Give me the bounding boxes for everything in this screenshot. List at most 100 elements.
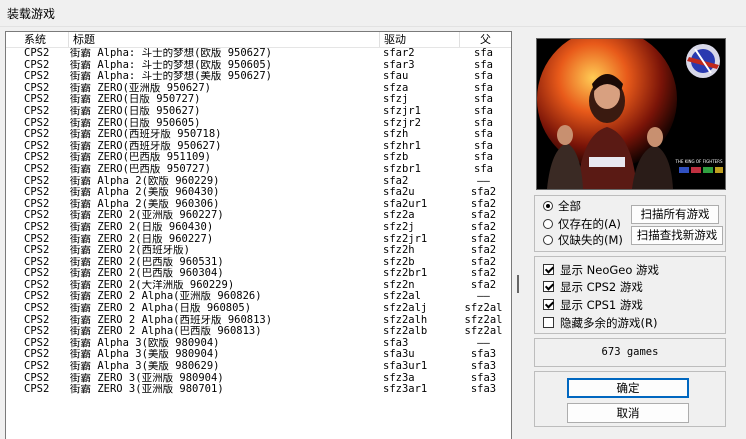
radio-all[interactable]: 全部 — [543, 198, 581, 214]
table-row[interactable]: CPS2 街霸 ZERO 2(巴西版 960304) sfz2br1 sfa2 — [6, 268, 511, 280]
option-cps2-label: 显示 CPS2 游戏 — [560, 280, 643, 294]
radio-available[interactable]: 仅存在的(A) — [543, 216, 621, 232]
table-row[interactable]: CPS2 街霸 ZERO 2(日版 960430) sfz2j sfa2 — [6, 222, 511, 234]
table-row[interactable]: CPS2 街霸 ZERO 2(大洋洲版 960229) sfz2n sfa2 — [6, 280, 511, 292]
table-row[interactable]: CPS2 街霸 ZERO 2 Alpha(西班牙版 960813) sfz2alh s… — [6, 315, 511, 327]
row-driver-cell: sfz2b — [383, 256, 415, 268]
row-driver-cell: sfz2br1 — [383, 268, 428, 280]
table-row[interactable]: CPS2 街霸 ZERO(西班牙版 950627) sfzhr1 sfa — [6, 141, 511, 153]
table-row[interactable]: CPS2 街霸 Alpha 3(美版 980629) sfa3ur1 sfa3 — [6, 361, 511, 373]
kof-logo — [686, 44, 720, 78]
row-driver-cell: sfzjr1 — [383, 105, 421, 117]
row-system-cell: CPS2 — [24, 140, 50, 152]
option-hide-duplicates[interactable]: 隐藏多余的游戏(R) — [543, 315, 657, 331]
filter-group: 全部 仅存在的(A) 仅缺失的(M) 扫描所有游戏 扫描查找新游戏 — [534, 195, 726, 252]
option-cps2[interactable]: 显示 CPS2 游戏 — [543, 279, 643, 295]
table-row[interactable]: CPS2 街霸 ZERO(巴西版 950727) sfzbr1 sfa — [6, 164, 511, 176]
row-driver-cell: sfzb — [383, 152, 409, 164]
row-driver-cell: sfz2h — [383, 245, 415, 257]
row-system-cell: CPS2 — [24, 71, 50, 83]
table-row[interactable]: CPS2 街霸 ZERO 2(巴西版 960531) sfz2b sfa2 — [6, 257, 511, 269]
title-bar: 装载游戏 — [0, 0, 746, 27]
radio-missing[interactable]: 仅缺失的(M) — [543, 232, 623, 248]
row-system-cell: CPS2 — [24, 105, 50, 117]
table-row[interactable]: CPS2 街霸 ZERO 3(亚洲版 980904) sfz3a sfa3 — [6, 373, 511, 385]
table-row[interactable]: CPS2 街霸 ZERO(亚洲版 950627) sfza sfa — [6, 83, 511, 95]
row-parent-cell: sfa — [474, 152, 493, 164]
row-title-cell: 街霸 ZERO(亚洲版 950627) — [70, 82, 212, 94]
row-driver-cell: sfz2j — [383, 221, 415, 233]
ok-button[interactable]: 确定 — [567, 378, 689, 398]
table-row[interactable]: CPS2 街霸 Alpha 2(美版 960430) sfa2u sfa2 — [6, 187, 511, 199]
row-system-cell: CPS2 — [24, 326, 50, 338]
row-driver-cell: sfza — [383, 82, 409, 94]
row-title-cell: 街霸 ZERO 2 Alpha(巴西版 960813) — [70, 326, 262, 338]
table-row[interactable]: CPS2 街霸 Alpha 3(欧版 980904) sfa3 —— — [6, 338, 511, 350]
scan-new-button[interactable]: 扫描查找新游戏 — [631, 226, 723, 245]
option-cps1-label: 显示 CPS1 游戏 — [560, 298, 643, 312]
scan-all-button[interactable]: 扫描所有游戏 — [631, 205, 719, 224]
table-row[interactable]: CPS2 街霸 ZERO 2(西班牙版) sfz2h sfa2 — [6, 245, 511, 257]
row-parent-cell: sfa3 — [470, 349, 497, 361]
table-row[interactable]: CPS2 街霸 ZERO 2(亚洲版 960227) sfz2a sfa2 — [6, 210, 511, 222]
option-cps1[interactable]: 显示 CPS1 游戏 — [543, 297, 643, 313]
table-row[interactable]: CPS2 街霸 Alpha: 斗士的梦想(欧版 950627) sfar2 sfa — [6, 48, 511, 60]
row-system-cell: CPS2 — [24, 384, 50, 396]
row-parent-cell: sfa2 — [470, 198, 497, 210]
row-parent-cell: sfa2 — [470, 233, 497, 245]
row-driver-cell: sfz2alj — [383, 303, 428, 315]
row-parent-cell: sfz2al — [464, 303, 503, 315]
row-system-cell: CPS2 — [24, 245, 50, 257]
row-title-cell: 街霸 ZERO(日版 950627) — [70, 105, 201, 117]
row-driver-cell: sfz2n — [383, 279, 415, 291]
option-neogeo[interactable]: 显示 NeoGeo 游戏 — [543, 262, 659, 278]
cancel-button[interactable]: 取消 — [567, 403, 689, 423]
radio-all-indicator[interactable] — [543, 201, 553, 211]
column-header-system[interactable]: 系统 — [6, 32, 69, 47]
table-row[interactable]: CPS2 街霸 ZERO 2 Alpha(日版 960805) sfz2alj sfz… — [6, 303, 511, 315]
table-row[interactable]: CPS2 街霸 Alpha 2(欧版 960229) sfa2 —— — [6, 176, 511, 188]
column-header-driver[interactable]: 驱动 — [380, 32, 460, 47]
column-header-parent[interactable]: 父 — [460, 32, 511, 47]
panel-splitter-handle[interactable] — [517, 275, 519, 293]
table-row[interactable]: CPS2 街霸 ZERO 2 Alpha(亚洲版 960826) sfz2al —— — [6, 291, 511, 303]
table-row[interactable]: CPS2 街霸 ZERO(日版 950605) sfzjr2 sfa — [6, 118, 511, 130]
option-hide-duplicates-checkbox[interactable] — [543, 317, 554, 328]
table-row[interactable]: CPS2 街霸 Alpha 2(美版 960306) sfa2ur1 sfa2 — [6, 199, 511, 211]
table-row[interactable]: CPS2 街霸 ZERO 3(亚洲版 980701) sfz3ar1 sfa3 — [6, 384, 511, 396]
status-group: 673 games — [534, 338, 726, 367]
row-driver-cell: sfzbr1 — [383, 163, 421, 175]
table-row[interactable]: CPS2 街霸 ZERO(日版 950727) sfzj sfa — [6, 94, 511, 106]
row-driver-cell: sfz2al — [383, 291, 421, 303]
row-driver-cell: sfz3ar1 — [383, 384, 428, 396]
radio-missing-indicator[interactable] — [543, 235, 553, 245]
row-title-cell: 街霸 ZERO 3(亚洲版 980904) — [70, 372, 224, 384]
row-system-cell: CPS2 — [24, 256, 50, 268]
table-row[interactable]: CPS2 街霸 ZERO(巴西版 951109) sfzb sfa — [6, 152, 511, 164]
row-title-cell: 街霸 ZERO 2(巴西版 960304) — [70, 268, 224, 280]
table-row[interactable]: CPS2 街霸 ZERO(日版 950627) sfzjr1 sfa — [6, 106, 511, 118]
row-system-cell: CPS2 — [24, 361, 50, 373]
row-title-cell: 街霸 ZERO 2 Alpha(西班牙版 960813) — [70, 314, 273, 326]
row-system-cell: CPS2 — [24, 372, 50, 384]
option-cps2-checkbox[interactable] — [543, 281, 554, 292]
row-title-cell: 街霸 ZERO(西班牙版 950718) — [70, 129, 222, 141]
row-parent-cell: sfa — [474, 59, 493, 71]
row-driver-cell: sfz3a — [383, 372, 415, 384]
row-system-cell: CPS2 — [24, 303, 50, 315]
column-header-title[interactable]: 标题 — [69, 32, 380, 47]
table-row[interactable]: CPS2 街霸 Alpha: 斗士的梦想(欧版 950605) sfar3 sfa — [6, 60, 511, 72]
option-cps1-checkbox[interactable] — [543, 299, 554, 310]
row-system-cell: CPS2 — [24, 291, 50, 303]
option-neogeo-checkbox[interactable] — [543, 264, 554, 275]
row-system-cell: CPS2 — [24, 279, 50, 291]
row-parent-cell: sfa3 — [470, 361, 497, 373]
table-row[interactable]: CPS2 街霸 ZERO 2 Alpha(巴西版 960813) sfz2alb sf… — [6, 326, 511, 338]
table-row[interactable]: CPS2 街霸 ZERO 2(日版 960227) sfz2jr1 sfa2 — [6, 234, 511, 246]
game-list[interactable]: 系统 标题 驱动 父 CPS2 街霸 Alpha: 斗士的梦想(欧版 950627… — [5, 31, 512, 439]
table-row[interactable]: CPS2 街霸 Alpha: 斗士的梦想(美版 950627) sfau sfa — [6, 71, 511, 83]
table-row[interactable]: CPS2 街霸 Alpha 3(美版 980904) sfa3u sfa3 — [6, 349, 511, 361]
row-title-cell: 街霸 Alpha: 斗士的梦想(欧版 950605) — [70, 59, 272, 71]
table-row[interactable]: CPS2 街霸 ZERO(西班牙版 950718) sfzh sfa — [6, 129, 511, 141]
radio-available-indicator[interactable] — [543, 219, 553, 229]
